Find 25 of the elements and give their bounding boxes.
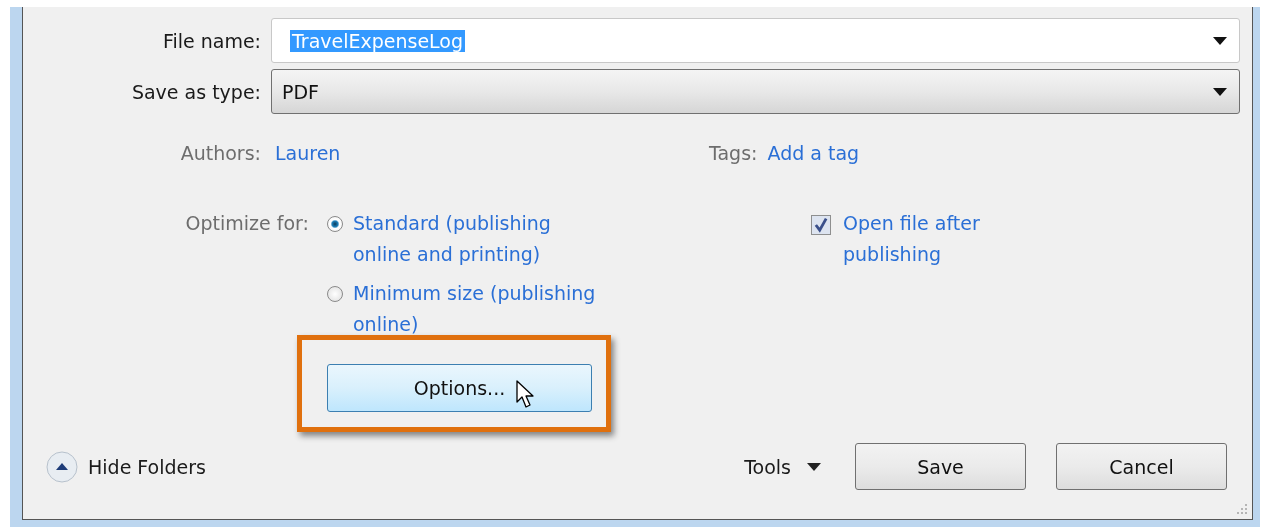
authors-label: Authors: (179, 142, 261, 164)
save-button[interactable]: Save (855, 443, 1026, 490)
add-tag-link[interactable]: Add a tag (767, 142, 860, 164)
dropdown-arrow-icon[interactable] (1213, 87, 1227, 96)
dropdown-arrow-icon[interactable] (1213, 36, 1227, 45)
field-label: Save as type: (130, 80, 261, 103)
type-dropdown[interactable]: PDF (271, 69, 1240, 114)
field-label: File name: (161, 29, 261, 52)
authors-link[interactable]: Lauren (275, 142, 341, 164)
checkbox[interactable] (811, 215, 831, 235)
pointer-cursor-icon (516, 380, 536, 410)
tags-label: Tags: (709, 142, 758, 164)
options-button[interactable]: Options... (327, 364, 592, 412)
resize-grip-icon[interactable] (1236, 503, 1248, 515)
radio-label[interactable]: Standard (publishing online and printing) (353, 208, 603, 270)
optimize-label: Optimize for: (184, 212, 309, 234)
cancel-button[interactable]: Cancel (1056, 443, 1227, 490)
checkbox-label[interactable]: Open file after publishing (843, 208, 1013, 270)
collapse-icon[interactable] (46, 450, 78, 483)
caret-icon[interactable] (807, 462, 821, 471)
radio-button[interactable] (327, 286, 343, 302)
radio-label[interactable]: Minimum size (publishing online) (353, 278, 603, 340)
radio-button[interactable] (327, 216, 343, 232)
tools-menu[interactable]: Tools (744, 455, 791, 478)
hide-folders-label[interactable]: Hide Folders (88, 455, 206, 478)
